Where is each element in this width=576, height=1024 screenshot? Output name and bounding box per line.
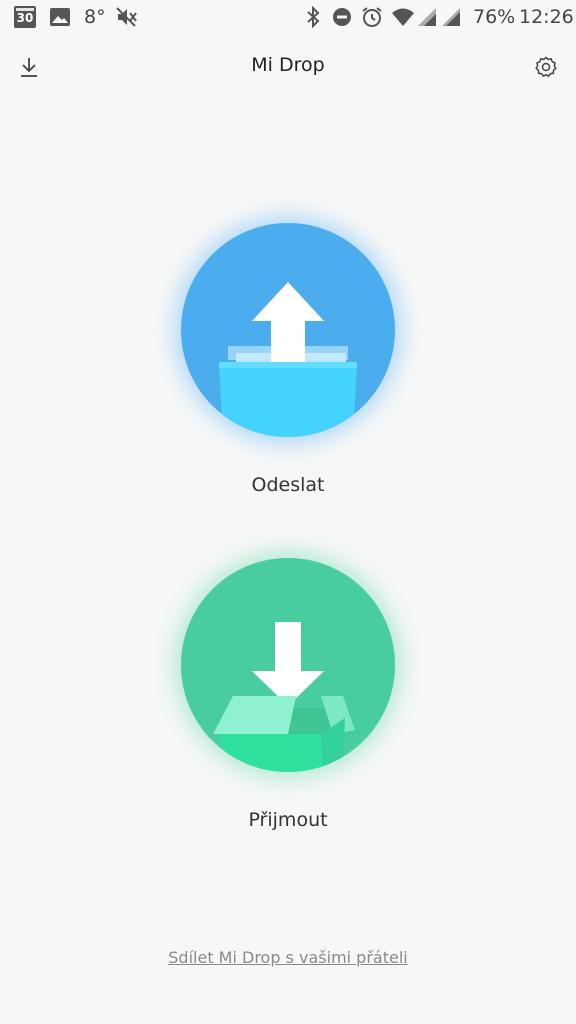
upload-folder-icon	[219, 282, 357, 437]
mute-icon	[114, 6, 138, 28]
page-title: Mi Drop	[251, 54, 325, 76]
alarm-icon	[360, 6, 384, 28]
temperature-text: 8°	[84, 6, 106, 28]
settings-button[interactable]	[531, 52, 561, 82]
wifi-icon	[390, 6, 416, 28]
receive-button[interactable]	[181, 558, 395, 772]
settings-icon	[535, 56, 557, 78]
app-bar: Mi Drop	[0, 36, 576, 96]
send-button[interactable]	[181, 223, 395, 437]
receive-label[interactable]: Přijmout	[0, 809, 576, 831]
do-not-disturb-icon	[331, 6, 353, 28]
signal-icon	[416, 6, 438, 28]
mi-drop-screen: 30 8° 76% 12:26 Mi Drop Odeslat Přijmout…	[0, 0, 576, 1024]
download-box-icon	[213, 622, 355, 772]
gallery-icon	[48, 6, 72, 28]
share-app-link[interactable]: Sdílet Mi Drop s vašimi přáteli	[0, 948, 576, 967]
send-label[interactable]: Odeslat	[0, 474, 576, 496]
calendar-icon: 30	[14, 6, 36, 28]
status-bar: 30 8° 76% 12:26	[0, 0, 576, 36]
calendar-day: 30	[16, 11, 34, 25]
battery-text: 76%	[473, 6, 516, 28]
bluetooth-icon	[304, 6, 322, 28]
clock-text: 12:26	[519, 6, 574, 28]
signal-icon-2	[440, 6, 462, 28]
